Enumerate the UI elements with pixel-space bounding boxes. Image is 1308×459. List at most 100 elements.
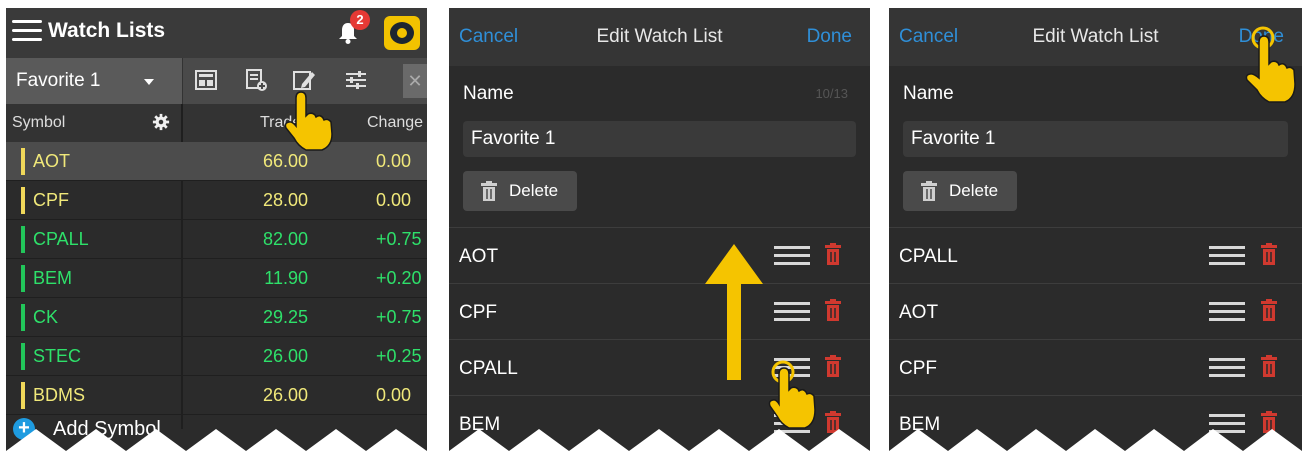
trash-icon[interactable] (1261, 243, 1277, 265)
row-change: +0.75 (376, 229, 422, 249)
col-symbol: Symbol (12, 114, 66, 131)
edit-watchlist-panel-after: Cancel Edit Watch List Done Name Favorit… (889, 8, 1302, 459)
app-header: Watch Lists 2 (6, 8, 427, 58)
drag-handle-icon[interactable] (774, 302, 810, 321)
delete-button[interactable]: Delete (463, 171, 577, 211)
edit-header: Cancel Edit Watch List Done (889, 8, 1302, 66)
row-trade: 28.00 (262, 190, 308, 210)
delete-label: Delete (949, 181, 999, 200)
torn-edge (6, 429, 427, 459)
row-trade: 29.25 (262, 307, 308, 327)
drag-handle-icon[interactable] (1209, 246, 1245, 265)
column-header: Symbol Trade Change (6, 104, 427, 142)
toolbar: Favorite 1 ✕ (6, 58, 427, 104)
trash-icon[interactable] (1261, 355, 1277, 377)
row-trade: 82.00 (262, 229, 308, 249)
name-field[interactable]: Favorite 1 (463, 121, 856, 157)
symbol-list: CPALL AOT CPF BEM (889, 227, 1302, 451)
table-row[interactable]: CPF 28.00 0.00 (6, 181, 427, 220)
list-item: CPF (889, 339, 1302, 395)
drag-handle-icon[interactable] (774, 358, 810, 377)
trend-bar (21, 304, 25, 331)
hamburger-icon[interactable] (12, 20, 42, 44)
add-list-icon[interactable] (244, 68, 268, 92)
name-label: Name (903, 83, 954, 104)
row-trade: 66.00 (262, 151, 308, 171)
table-row[interactable]: CK 29.25 +0.75 (6, 298, 427, 337)
delete-button[interactable]: Delete (903, 171, 1017, 211)
row-change: +0.20 (376, 268, 422, 288)
drag-handle-icon[interactable] (1209, 302, 1245, 321)
trend-bar (21, 382, 25, 409)
trash-icon[interactable] (825, 243, 841, 265)
edit-watchlist-panel-before: Cancel Edit Watch List Done Name 10/13 F… (449, 8, 870, 459)
page-title: Watch Lists (48, 19, 166, 42)
edit-list-icon[interactable] (292, 68, 316, 92)
item-symbol: AOT (899, 302, 939, 323)
col-trade: Trade (260, 114, 302, 131)
col-change: Change (367, 114, 424, 131)
symbol-list: AOT CPF CPALL BEM (449, 227, 870, 451)
trend-bar (21, 187, 25, 214)
table-row[interactable]: CPALL 82.00 +0.75 (6, 220, 427, 259)
row-symbol: AOT (33, 151, 71, 171)
table-row[interactable]: BEM 11.90 +0.20 (6, 259, 427, 298)
torn-edge (449, 429, 870, 459)
trash-icon[interactable] (825, 355, 841, 377)
list-item: AOT (449, 227, 870, 283)
trend-bar (21, 343, 25, 370)
trend-bar (21, 265, 25, 292)
gear-icon[interactable] (152, 113, 170, 131)
drag-handle-icon[interactable] (1209, 358, 1245, 377)
watchlist-dropdown[interactable]: Favorite 1 (6, 58, 183, 104)
notification-badge: 2 (350, 10, 370, 30)
watchlist-selected: Favorite 1 (16, 70, 101, 91)
torn-edge (889, 429, 1302, 459)
trend-bar (21, 226, 25, 253)
row-change: 0.00 (376, 151, 412, 171)
trash-icon (921, 181, 937, 201)
close-toolbar-icon[interactable]: ✕ (403, 64, 427, 98)
trash-icon (481, 181, 497, 201)
done-button[interactable]: Done (1239, 26, 1284, 48)
edit-header: Cancel Edit Watch List Done (449, 8, 870, 66)
row-trade: 26.00 (262, 385, 308, 405)
row-symbol: CPF (33, 190, 69, 210)
list-item: CPALL (889, 227, 1302, 283)
item-symbol: CPF (899, 358, 937, 379)
table-row[interactable]: AOT 66.00 0.00 (6, 142, 427, 181)
char-count: 10/13 (815, 86, 848, 101)
row-change: +0.25 (376, 346, 422, 366)
watchlist-table: AOT 66.00 0.00 CPF 28.00 0.00 CPALL 82.00 +0.75 B… (6, 142, 427, 415)
filter-settings-icon[interactable] (344, 68, 368, 92)
row-symbol: CPALL (33, 229, 89, 249)
row-change: 0.00 (376, 385, 412, 405)
trash-icon[interactable] (1261, 299, 1277, 321)
row-symbol: CK (33, 307, 59, 327)
table-row[interactable]: STEC 26.00 +0.25 (6, 337, 427, 376)
row-symbol: BDMS (33, 385, 86, 405)
list-item: AOT (889, 283, 1302, 339)
list-item: CPF (449, 283, 870, 339)
trend-bar (21, 148, 25, 175)
app-logo[interactable] (384, 16, 420, 50)
row-change: 0.00 (376, 190, 412, 210)
row-trade: 26.00 (262, 346, 308, 366)
name-field[interactable]: Favorite 1 (903, 121, 1288, 157)
drag-handle-icon[interactable] (774, 246, 810, 265)
done-button[interactable]: Done (807, 26, 852, 48)
trash-icon[interactable] (825, 299, 841, 321)
watch-lists-panel: Watch Lists 2 Favorite 1 ✕ Symbol Trade … (6, 8, 427, 459)
row-symbol: BEM (33, 268, 73, 288)
name-label: Name (463, 83, 514, 104)
item-symbol: CPALL (459, 358, 518, 379)
delete-label: Delete (509, 181, 559, 200)
row-trade: 11.90 (264, 268, 308, 288)
row-change: +0.75 (376, 307, 422, 327)
item-symbol: AOT (459, 246, 499, 267)
grid-view-icon[interactable] (194, 68, 218, 92)
item-symbol: CPALL (899, 246, 958, 267)
item-symbol: CPF (459, 302, 497, 323)
chevron-down-icon (144, 79, 154, 85)
row-symbol: STEC (33, 346, 82, 366)
